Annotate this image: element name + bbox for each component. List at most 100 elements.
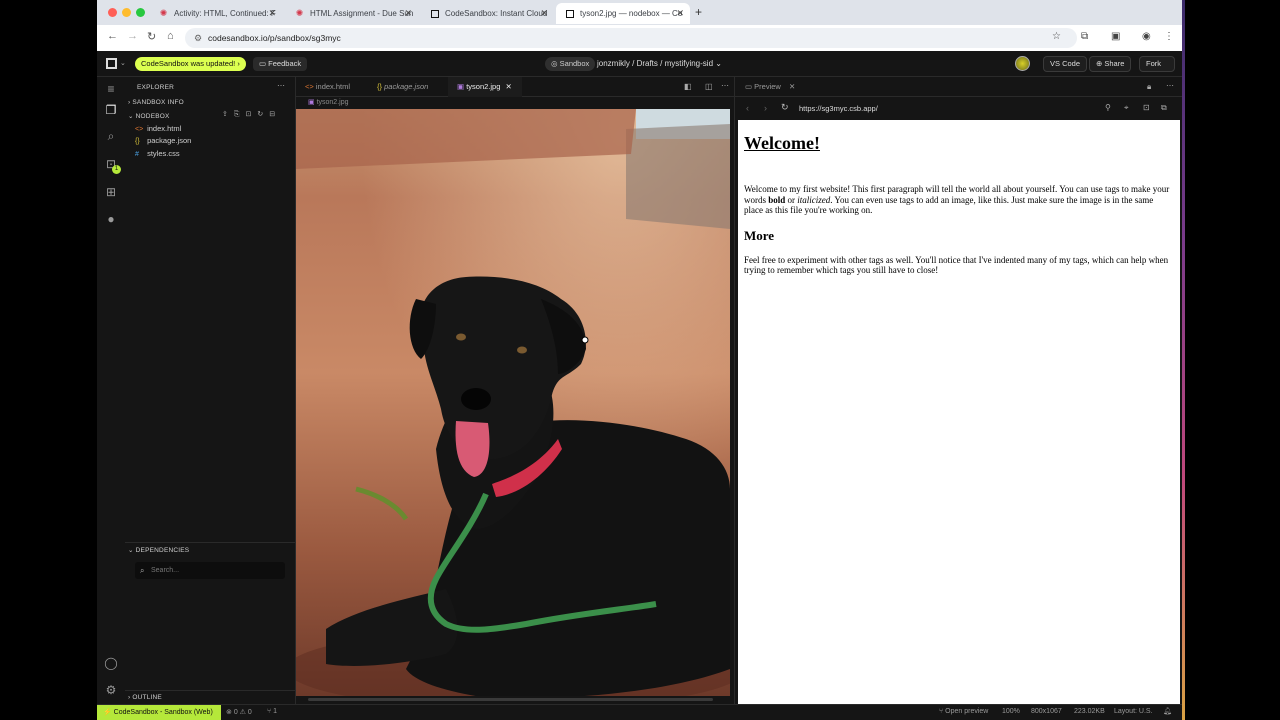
feedback-button[interactable]: ▭ Feedback — [253, 57, 308, 71]
menu-icon[interactable]: ≡ — [104, 82, 118, 96]
status-brand[interactable]: ⚡ CodeSandbox - Sandbox (Web) — [97, 705, 221, 720]
notifications-bell-icon[interactable]: 🔔︎ — [1163, 707, 1172, 715]
avatar[interactable] — [1015, 56, 1030, 71]
reload-icon[interactable]: ↻ — [147, 30, 156, 43]
activity-bar: ≡ ❐ ⌕ ⊡ 1 ⊞ ● ◯ ⚙ — [97, 77, 125, 704]
browser-tab-activity[interactable]: ✺ Activity: HTML, Continued: F ✕ — [149, 3, 282, 24]
more-icon[interactable]: ⋯ — [277, 81, 285, 90]
page-title: Welcome! — [744, 133, 820, 153]
problems-indicator[interactable]: ⊗ 0 ⚠ 0 — [226, 708, 252, 716]
tab-package-json[interactable]: {} package.json — [368, 77, 448, 97]
extensions-icon[interactable]: ⊞ — [104, 185, 118, 199]
dependency-search-input[interactable]: ⌕ Search... — [135, 562, 285, 579]
open-vscode-button[interactable]: VS Code — [1043, 56, 1088, 72]
share-button[interactable]: ⊕ Share — [1089, 56, 1132, 72]
dog-photo-image — [296, 109, 730, 696]
toggle-panel-icon[interactable]: ◧ — [684, 82, 692, 91]
tab-preview[interactable]: ▭ Preview ✕ — [745, 82, 795, 91]
horizontal-scrollbar[interactable] — [308, 698, 713, 701]
zoom-level: 100% — [1002, 708, 1020, 715]
search-icon[interactable]: ⌕ — [104, 129, 118, 143]
codesandbox-icon — [566, 9, 574, 18]
ports-indicator[interactable]: ⑂ 1 — [267, 708, 277, 715]
tab-title: HTML Assignment - Due Sun — [310, 9, 414, 18]
extensions-icon[interactable]: ⧉ — [1081, 31, 1088, 42]
url-text: codesandbox.io/p/sandbox/sg3myc — [208, 33, 341, 43]
editor-panel: <> index.html {} package.json ▣ tyson2.j… — [296, 77, 734, 704]
github-icon[interactable]: ● — [104, 212, 118, 226]
browser-tab-assignment[interactable]: ✺ HTML Assignment - Due Sun ✕ — [285, 3, 418, 24]
close-tab-icon[interactable]: ✕ — [676, 8, 684, 19]
devtools-icon[interactable]: ⊡ — [1143, 103, 1150, 112]
close-tab-icon[interactable]: ✕ — [268, 8, 276, 19]
close-tab-icon[interactable]: ✕ — [540, 8, 548, 19]
chevron-down-icon[interactable]: ⌄ — [120, 59, 126, 67]
explorer-sidebar: EXPLORER ⋯ › SANDBOX INFO ⌄ NODEBOX ⇪⎘⊡↻… — [125, 77, 296, 704]
browser-tab-codesandbox[interactable]: CodeSandbox: Instant Cloud ✕ — [421, 3, 554, 24]
wallpaper-strip — [1182, 0, 1185, 720]
site-info-icon[interactable]: ⚙ — [194, 28, 202, 48]
search-icon: ⌕ — [140, 566, 145, 575]
canvas-icon: ✺ — [159, 8, 168, 18]
back-arrow-icon[interactable]: ‹ — [746, 103, 749, 113]
canvas-icon: ✺ — [295, 8, 304, 18]
close-tab-icon[interactable]: ✕ — [505, 82, 511, 91]
sandbox-info-section[interactable]: › SANDBOX INFO — [128, 99, 184, 106]
address-bar: ← → ↻ ⌂ ⚙ codesandbox.io/p/sandbox/sg3my… — [97, 25, 1182, 51]
codesandbox-header: ⌄ CodeSandbox was updated! › ▭ Feedback … — [97, 51, 1182, 82]
tab-index-html[interactable]: <> index.html — [296, 77, 368, 97]
file-styles-css[interactable]: # styles.css — [135, 149, 180, 158]
settings-gear-icon[interactable]: ⚙ — [104, 683, 118, 697]
browser-tab-tyson[interactable]: tyson2.jpg — nodebox — Co ✕ — [556, 3, 690, 24]
fork-button[interactable]: Fork ⌄ — [1139, 56, 1175, 82]
file-size: 223.02KB — [1074, 708, 1105, 715]
breadcrumb: ▣ tyson2.jpg — [308, 99, 349, 106]
forward-arrow-icon[interactable]: → — [127, 30, 138, 42]
pin-icon[interactable]: ⚲ — [1105, 103, 1111, 112]
forward-arrow-icon[interactable]: › — [764, 103, 767, 113]
status-bar: ⚡ CodeSandbox - Sandbox (Web) ⊗ 0 ⚠ 0 ⑂ … — [97, 704, 1182, 720]
tab-title: CodeSandbox: Instant Cloud — [445, 9, 548, 18]
minimize-window-button[interactable] — [122, 8, 131, 17]
close-tab-icon[interactable]: ✕ — [789, 82, 795, 91]
account-icon[interactable]: ◯ — [104, 656, 118, 670]
lock-icon[interactable]: 🔒︎ — [1147, 82, 1151, 92]
zoom-window-button[interactable] — [136, 8, 145, 17]
tab-title: Activity: HTML, Continued: F — [174, 9, 276, 18]
update-badge[interactable]: CodeSandbox was updated! › — [135, 57, 246, 71]
outline-section[interactable]: › OUTLINE — [128, 694, 162, 701]
project-breadcrumb[interactable]: jonzmikly / Drafts / mystifying-sid ⌄ — [597, 57, 722, 71]
browser-window: ✺ Activity: HTML, Continued: F ✕ ✺ HTML … — [97, 0, 1182, 720]
home-icon[interactable]: ⌂ — [167, 30, 174, 42]
crosshair-icon[interactable]: ⌖ — [1124, 103, 1129, 113]
more-icon[interactable]: ⋯ — [721, 81, 729, 90]
dependencies-section[interactable]: ⌄ DEPENDENCIES — [128, 546, 189, 554]
file-index-html[interactable]: <> index.html — [135, 124, 181, 133]
explorer-actions-icons[interactable]: ⇪⎘⊡↻⊟ — [222, 110, 281, 119]
open-external-icon[interactable]: ⧉ — [1161, 103, 1167, 113]
split-editor-icon[interactable]: ◫ — [705, 82, 713, 91]
close-tab-icon[interactable]: ✕ — [404, 8, 412, 19]
preview-url-field[interactable]: https://sg3myc.csb.app/ — [799, 104, 878, 113]
sandbox-type-chip: ◎ Sandbox — [545, 57, 596, 71]
back-arrow-icon[interactable]: ← — [107, 30, 118, 42]
files-icon[interactable]: ❐ — [104, 103, 118, 117]
profile-icon[interactable]: ◉ — [1142, 31, 1151, 42]
preview-page: Welcome! Welcome to my first website! Th… — [738, 120, 1180, 704]
codesandbox-logo-icon[interactable] — [106, 58, 117, 69]
url-field[interactable]: ⚙ codesandbox.io/p/sandbox/sg3myc — [185, 28, 1077, 48]
file-package-json[interactable]: {} package.json — [135, 136, 191, 145]
menu-kebab-icon[interactable]: ⋮ — [1164, 31, 1174, 42]
image-dimensions: 800x1067 — [1031, 708, 1062, 715]
tab-tyson2-jpg[interactable]: ▣ tyson2.jpg ✕ — [448, 77, 522, 97]
bookmark-star-icon[interactable]: ☆ — [1052, 31, 1061, 42]
open-preview-button[interactable]: ⑂ Open preview — [939, 708, 988, 715]
new-tab-button[interactable]: + — [695, 5, 702, 19]
reload-icon[interactable]: ↻ — [781, 102, 789, 113]
more-icon[interactable]: ⋯ — [1166, 81, 1174, 90]
codesandbox-icon — [431, 9, 439, 18]
sidebar-icon[interactable]: ▣ — [1111, 31, 1120, 42]
keyboard-layout[interactable]: Layout: U.S. — [1114, 708, 1153, 715]
close-window-button[interactable] — [108, 8, 117, 17]
nodebox-section[interactable]: ⌄ NODEBOX — [128, 112, 170, 120]
